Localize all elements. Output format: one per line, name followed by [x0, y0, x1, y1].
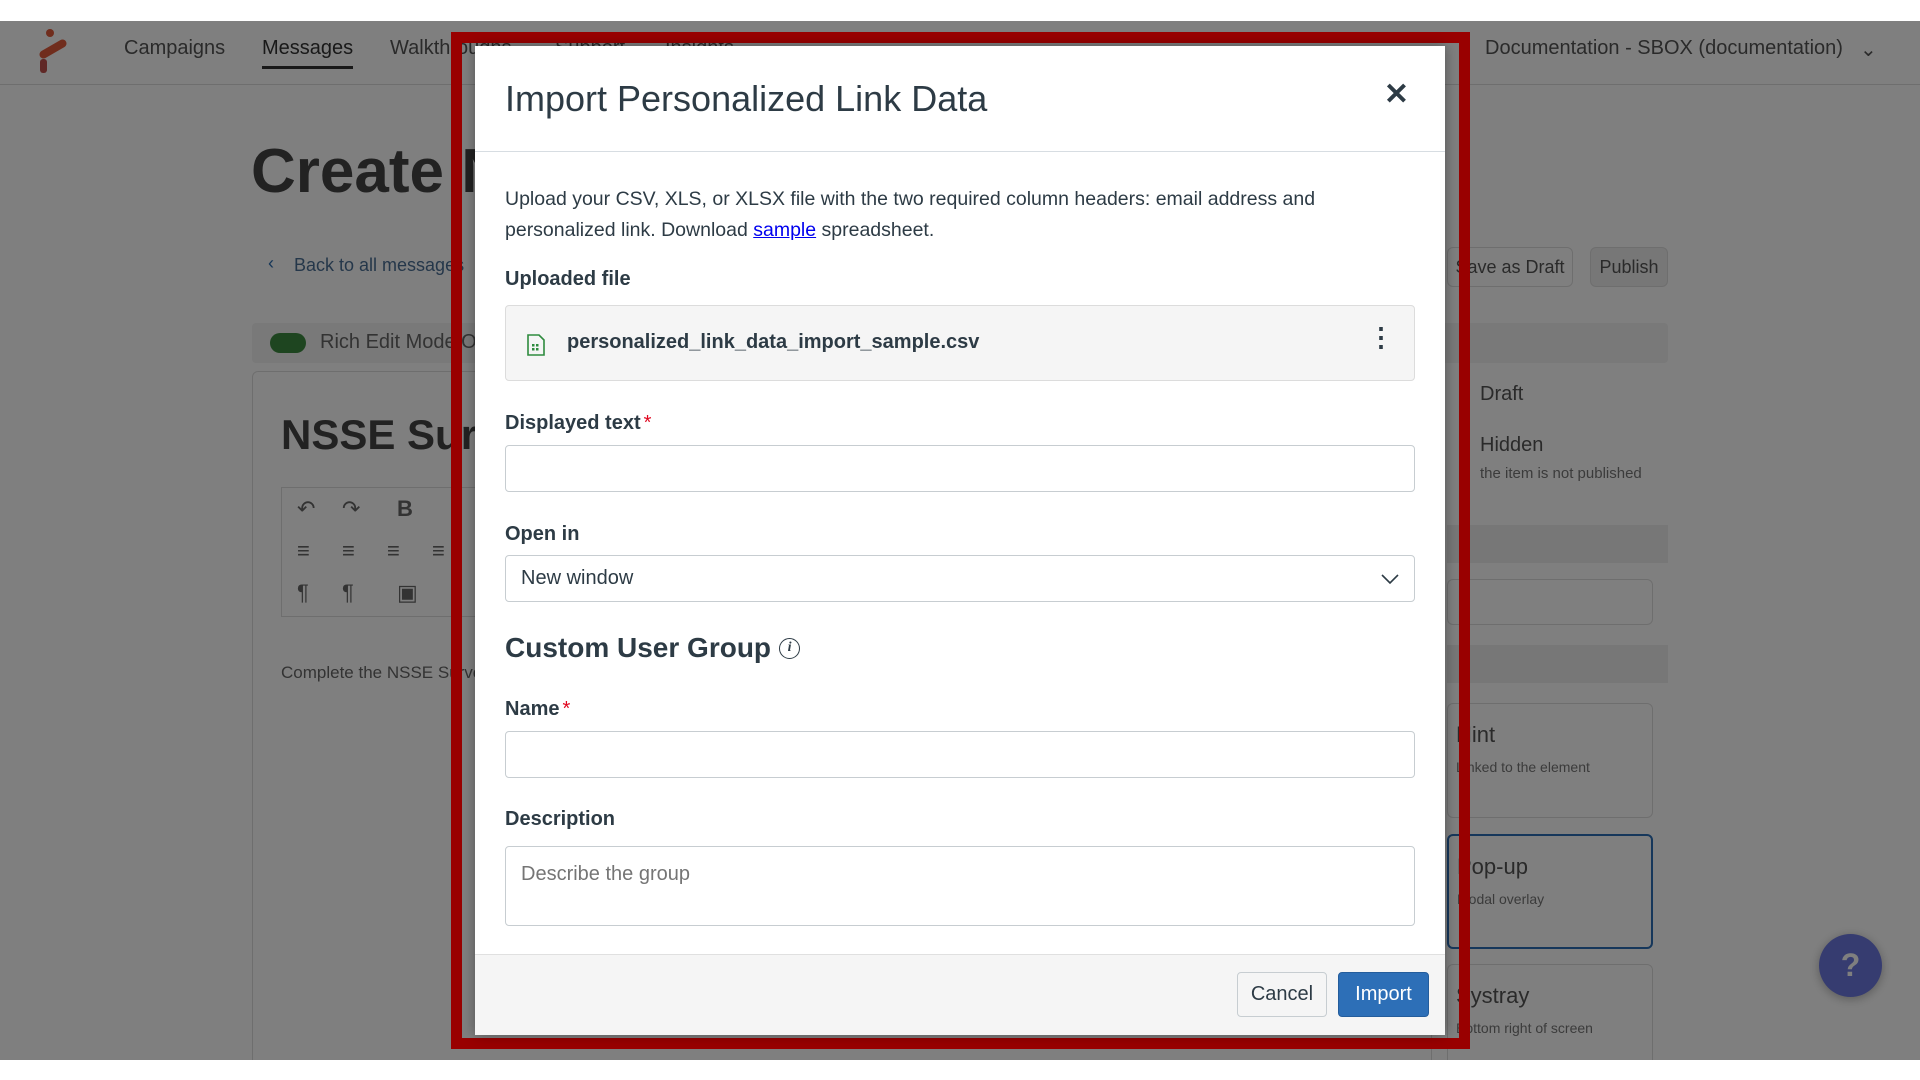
- displayed-text-input[interactable]: [505, 445, 1415, 492]
- name-input[interactable]: [505, 731, 1415, 778]
- intro-text-end: spreadsheet.: [816, 219, 935, 241]
- uploaded-file-label: Uploaded file: [505, 268, 631, 290]
- modal-header: Import Personalized Link Data ✕: [475, 46, 1445, 152]
- import-modal: Import Personalized Link Data ✕ Upload y…: [475, 46, 1445, 1035]
- file-name: personalized_link_data_import_sample.csv: [567, 331, 980, 353]
- open-in-select[interactable]: New window: [505, 555, 1415, 602]
- close-icon[interactable]: ✕: [1384, 80, 1409, 110]
- import-button[interactable]: Import: [1338, 972, 1429, 1017]
- intro-text: Upload your CSV, XLS, or XLSX file with …: [505, 184, 1415, 246]
- group-heading-text: Custom User Group: [505, 632, 772, 663]
- modal-footer: Cancel Import: [475, 954, 1445, 1035]
- chevron-down-icon: [1381, 573, 1399, 584]
- description-textarea[interactable]: [505, 846, 1415, 926]
- cancel-button[interactable]: Cancel: [1237, 972, 1327, 1017]
- displayed-text-label-text: Displayed text: [505, 412, 641, 434]
- open-in-label: Open in: [505, 523, 580, 545]
- description-label: Description: [505, 808, 616, 830]
- spreadsheet-file-icon: [527, 334, 545, 356]
- displayed-text-label: Displayed text *: [505, 412, 651, 435]
- required-indicator: *: [643, 412, 652, 434]
- name-label-text: Name: [505, 698, 560, 720]
- sample-link[interactable]: sample: [753, 219, 816, 241]
- required-indicator: *: [562, 698, 571, 720]
- name-label: Name *: [505, 698, 570, 721]
- open-in-value: New window: [521, 567, 634, 589]
- custom-user-group-heading: Custom User Group i: [505, 632, 801, 664]
- uploaded-file-row: personalized_link_data_import_sample.csv…: [505, 305, 1415, 381]
- more-options-icon[interactable]: ⋮: [1368, 324, 1394, 350]
- modal-title: Import Personalized Link Data: [505, 78, 988, 119]
- info-icon[interactable]: i: [779, 637, 801, 659]
